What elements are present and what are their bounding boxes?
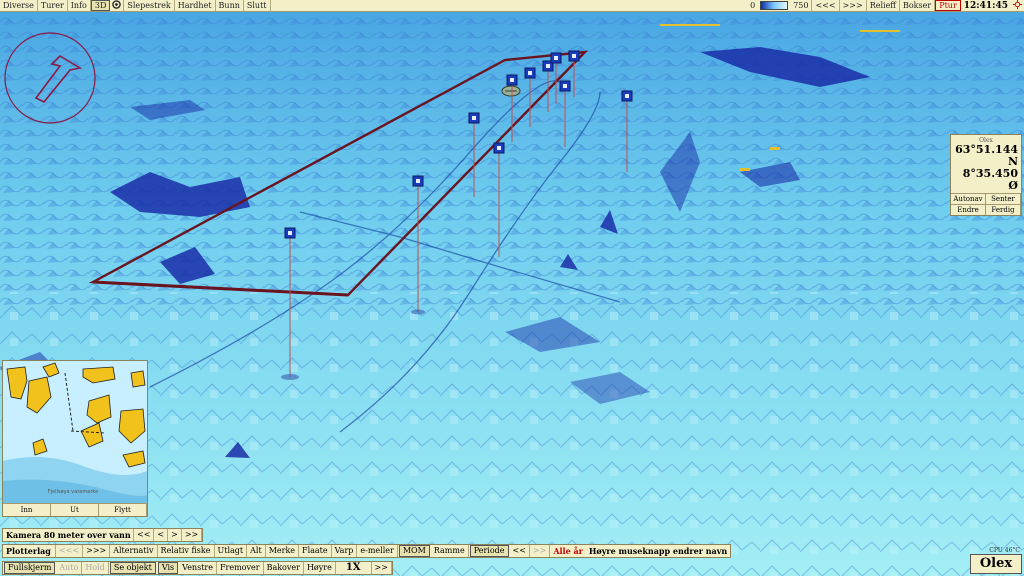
camera-forward-button[interactable]: >	[168, 529, 182, 541]
bokser-button[interactable]: Bokser	[900, 0, 936, 11]
period-next-button[interactable]: >>	[530, 545, 551, 557]
layer-relativ-fiske[interactable]: Relativ fiske	[158, 545, 215, 557]
autonav-button[interactable]: Autonav	[951, 193, 986, 204]
depth-scale-bar[interactable]	[760, 1, 789, 10]
pan-button[interactable]: Flytt	[99, 503, 147, 516]
menu-diverse[interactable]: Diverse	[0, 0, 38, 11]
ptur-button[interactable]: Ptur	[935, 0, 961, 11]
menu-bunn[interactable]: Bunn	[216, 0, 244, 11]
period-prev-button[interactable]: <<	[510, 545, 530, 557]
clock: 12:41:45	[963, 0, 1008, 11]
camera-far-forward-button[interactable]: >>	[182, 529, 203, 541]
camera-far-back-button[interactable]: <<	[134, 529, 155, 541]
layer-flaate[interactable]: Flaate	[299, 545, 332, 557]
layers-prev-button[interactable]: <<<	[56, 545, 84, 557]
compass-circle-icon[interactable]	[110, 0, 125, 11]
left-button[interactable]: Venstre	[179, 562, 217, 574]
position-panel: Olex 63°51.144 N 8°35.450 Ø Autonav Sent…	[950, 134, 1022, 216]
menu-slutt[interactable]: Slutt	[244, 0, 271, 11]
layer-varp[interactable]: Varp	[332, 545, 358, 557]
navigation-bar: Fullskjerm Auto Hold Se objekt Vis Venst…	[2, 561, 393, 575]
zoom-in-button[interactable]: Inn	[3, 503, 51, 516]
depth-scale-max: 750	[790, 0, 813, 11]
minimap-caption: Fjellsøya vassmerke	[48, 489, 98, 495]
zoom-level[interactable]: 1X	[336, 562, 372, 574]
depth-scale-min: 0	[750, 1, 756, 10]
camera-bar: Kamera 80 meter over vann << < > >>	[2, 528, 204, 542]
ferdig-button[interactable]: Ferdig	[986, 204, 1021, 215]
se-objekt-button[interactable]: Se objekt	[109, 562, 156, 574]
layer-alternativ[interactable]: Alternativ	[110, 545, 158, 557]
top-toolbar: Diverse Turer Info 3D Slepestrek Hardhet…	[0, 0, 1024, 12]
camera-back-button[interactable]: <	[154, 529, 169, 541]
seabed-texture-far	[0, 12, 1024, 312]
layer-e-meller[interactable]: e-meller	[357, 545, 398, 557]
cpu-temperature: CPU 46°C	[989, 547, 1020, 554]
layer-alt[interactable]: Alt	[247, 545, 266, 557]
toolbar-right: 0 750 <<< >>> Relieff Bokser Ptur 12:41:…	[747, 0, 1024, 11]
latitude-readout: 63°51.144 N	[955, 143, 1018, 168]
menu-info[interactable]: Info	[68, 0, 91, 11]
vis-button[interactable]: Vis	[157, 562, 179, 574]
menu-3d[interactable]: 3D	[90, 0, 111, 11]
senter-button[interactable]: Senter	[986, 193, 1021, 204]
longitude-readout: 8°35.450 Ø	[962, 167, 1018, 192]
menu-turer[interactable]: Turer	[38, 0, 68, 11]
layer-merke[interactable]: Merke	[266, 545, 300, 557]
fullscreen-button[interactable]: Fullskjerm	[4, 562, 56, 574]
olex-logo[interactable]: Olex	[970, 554, 1022, 574]
layer-mom[interactable]: MOM	[398, 545, 430, 557]
layer-utlagt[interactable]: Utlagt	[215, 545, 248, 557]
menu-slepestrek[interactable]: Slepestrek	[124, 0, 175, 11]
menu-hardhet[interactable]: Hardhet	[175, 0, 216, 11]
nav-next-button[interactable]: >>	[372, 562, 392, 574]
plotterlag-label: Plotterlag	[3, 545, 56, 557]
layer-ramme[interactable]: Ramme	[431, 545, 469, 557]
hold-button[interactable]: Hold	[82, 562, 109, 574]
zoom-out-button[interactable]: Ut	[51, 503, 99, 516]
scale-next-button[interactable]: >>>	[840, 0, 867, 11]
minimap-chart[interactable]: Fjellsøya vassmerke	[3, 361, 148, 503]
forward-button[interactable]: Fremover	[217, 562, 264, 574]
plotter-layers-bar: Plotterlag <<< >>> Alternativ Relativ fi…	[2, 544, 732, 558]
layer-periode[interactable]: Periode	[469, 545, 509, 557]
relieff-button[interactable]: Relieff	[867, 0, 900, 11]
rename-hint: Høyre museknapp endrer navn	[588, 546, 728, 556]
all-years-label: Alle år	[553, 546, 583, 556]
scale-prev-button[interactable]: <<<	[812, 0, 840, 11]
right-button[interactable]: Høyre	[304, 562, 336, 574]
vessel-icon[interactable]	[501, 85, 521, 97]
sun-icon[interactable]	[1011, 0, 1024, 11]
overview-minimap[interactable]: Fjellsøya vassmerke Inn Ut Flytt	[2, 360, 148, 517]
camera-height-label: Kamera 80 meter over vann	[3, 529, 134, 541]
auto-button[interactable]: Auto	[56, 562, 83, 574]
backward-button[interactable]: Bakover	[264, 562, 304, 574]
endre-button[interactable]: Endre	[951, 204, 986, 215]
layers-next-button[interactable]: >>>	[83, 545, 111, 557]
seabed-3d-view[interactable]	[0, 12, 1024, 576]
